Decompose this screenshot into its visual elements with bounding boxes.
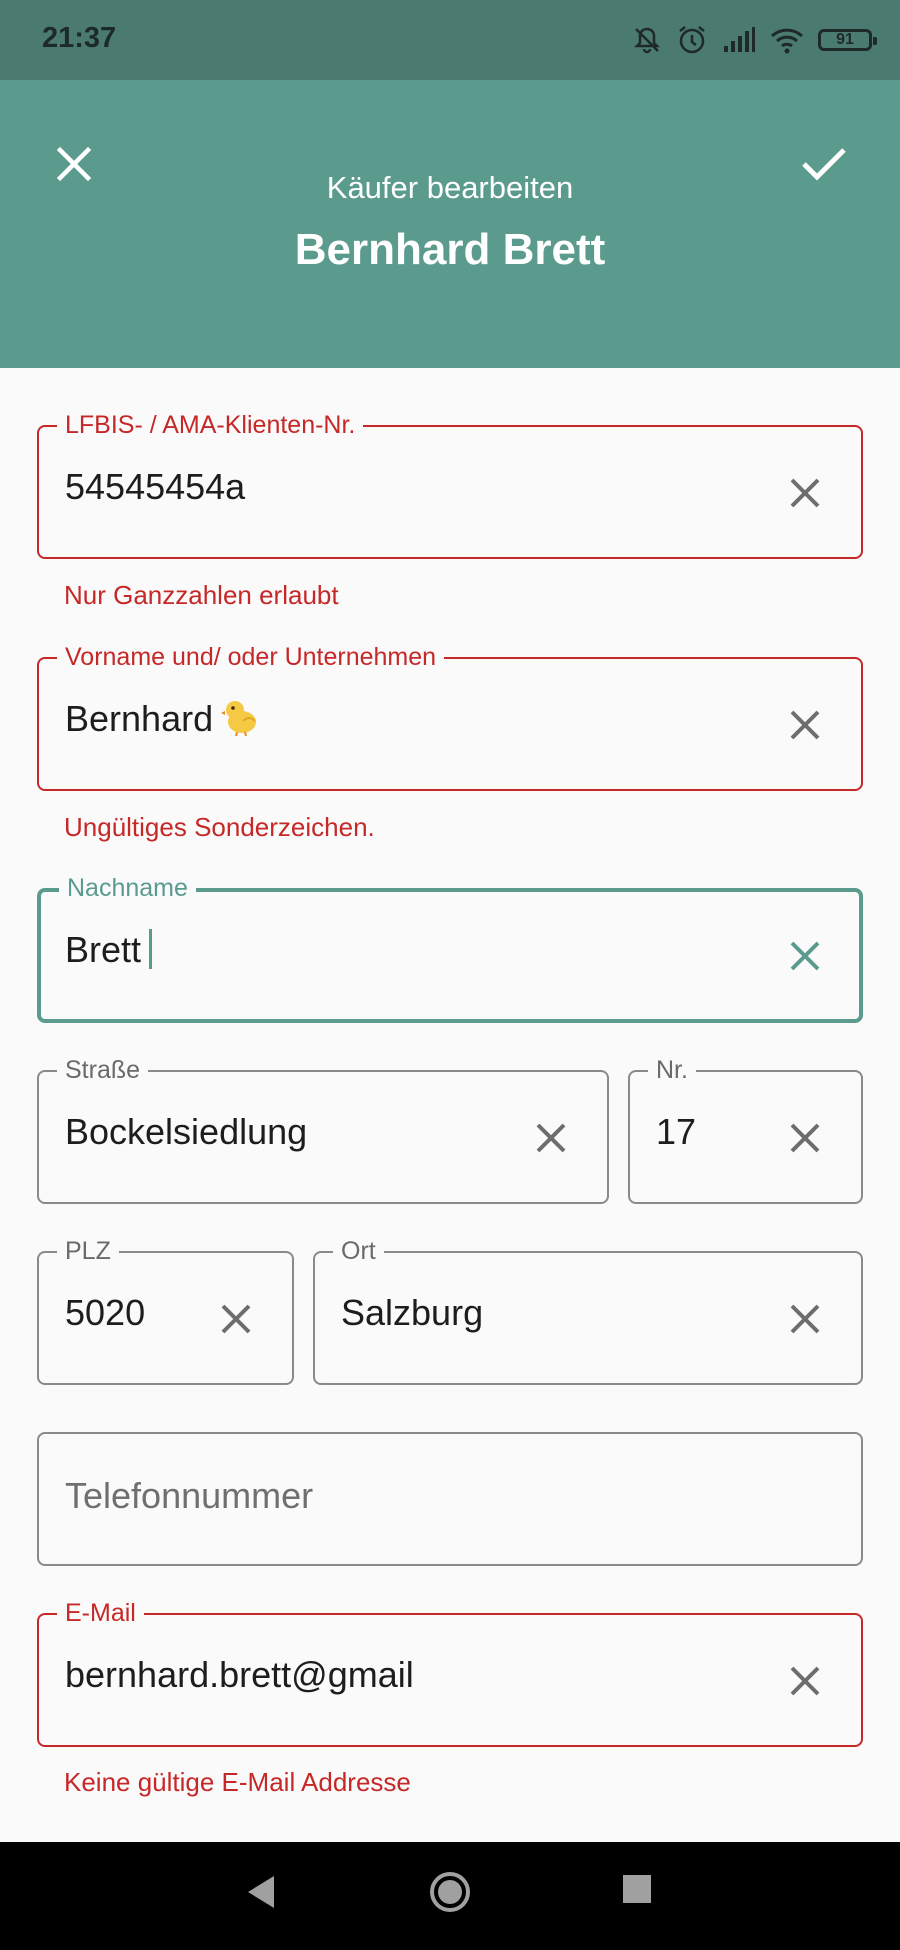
mute-bell-icon: [633, 27, 661, 54]
status-time: 21:37: [42, 22, 117, 54]
app-bar: Käufer bearbeiten Bernhard Brett: [0, 80, 900, 368]
check-icon[interactable]: [798, 140, 850, 188]
email-field[interactable]: E-Mail bernhard.brett@gmail: [37, 1598, 863, 1747]
house-number-label: Nr.: [648, 1055, 696, 1085]
zip-field[interactable]: PLZ 5020: [37, 1236, 294, 1385]
email-label: E-Mail: [57, 1598, 144, 1628]
street-label: Straße: [57, 1055, 149, 1085]
street-field[interactable]: Straße Bockelsiedlung: [37, 1055, 609, 1204]
client-nr-label: LFBIS- / AMA-Klienten-Nr.: [57, 410, 364, 440]
clear-icon[interactable]: [785, 1299, 825, 1339]
chick-emoji: [221, 701, 257, 737]
first-name-value: Bernhard: [65, 697, 261, 741]
email-error: Keine gültige E-Mail Addresse: [64, 1767, 411, 1797]
last-name-text: Brett: [65, 929, 142, 970]
clear-icon[interactable]: [785, 473, 825, 513]
zip-value: 5020: [65, 1292, 146, 1333]
last-name-value: Brett: [65, 928, 153, 972]
street-value: Bockelsiedlung: [65, 1111, 308, 1152]
clear-icon[interactable]: [785, 1661, 825, 1701]
battery-level: 91: [836, 31, 854, 48]
phone-placeholder: Telefonnummer: [65, 1475, 314, 1516]
last-name-field[interactable]: Nachname Brett: [37, 873, 863, 1023]
text-cursor: [149, 929, 153, 969]
clear-icon[interactable]: [785, 705, 825, 745]
status-icons: 91: [632, 20, 877, 60]
status-bar: 21:37 91: [0, 0, 900, 80]
first-name-field[interactable]: Vorname und/ oder Unternehmen Bernhard: [37, 642, 863, 791]
zip-label: PLZ: [57, 1236, 119, 1266]
clear-icon[interactable]: [785, 1118, 825, 1158]
house-number-field[interactable]: Nr. 17: [628, 1055, 863, 1204]
house-number-value: 17: [656, 1111, 697, 1152]
clear-icon[interactable]: [216, 1299, 256, 1339]
last-name-label: Nachname: [59, 873, 196, 903]
clear-icon[interactable]: [531, 1118, 571, 1158]
email-value: bernhard.brett@gmail: [65, 1654, 414, 1695]
recents-icon[interactable]: [622, 1874, 652, 1904]
navigation-bar: [0, 1842, 900, 1950]
city-value: Salzburg: [341, 1292, 484, 1333]
page-subtitle: Käufer bearbeiten: [326, 170, 574, 205]
client-nr-value: 54545454a: [65, 466, 246, 507]
phone-field[interactable]: Telefonnummer: [37, 1432, 863, 1566]
city-label: Ort: [333, 1236, 384, 1266]
first-name-label: Vorname und/ oder Unternehmen: [57, 642, 445, 672]
home-icon[interactable]: [428, 1870, 472, 1914]
client-nr-error: Nur Ganzzahlen erlaubt: [64, 580, 339, 610]
wifi-icon: [770, 28, 804, 54]
signal-icon: [724, 27, 755, 52]
client-nr-field[interactable]: LFBIS- / AMA-Klienten-Nr. 54545454a: [37, 410, 863, 559]
page-title: Bernhard Brett: [294, 225, 606, 274]
city-field[interactable]: Ort Salzburg: [313, 1236, 863, 1385]
first-name-error: Ungültiges Sonderzeichen.: [64, 812, 375, 842]
battery-icon: 91: [818, 29, 877, 51]
clear-icon[interactable]: [785, 936, 825, 976]
back-icon[interactable]: [244, 1872, 278, 1912]
alarm-icon: [679, 26, 705, 54]
first-name-text: Bernhard: [65, 698, 214, 739]
